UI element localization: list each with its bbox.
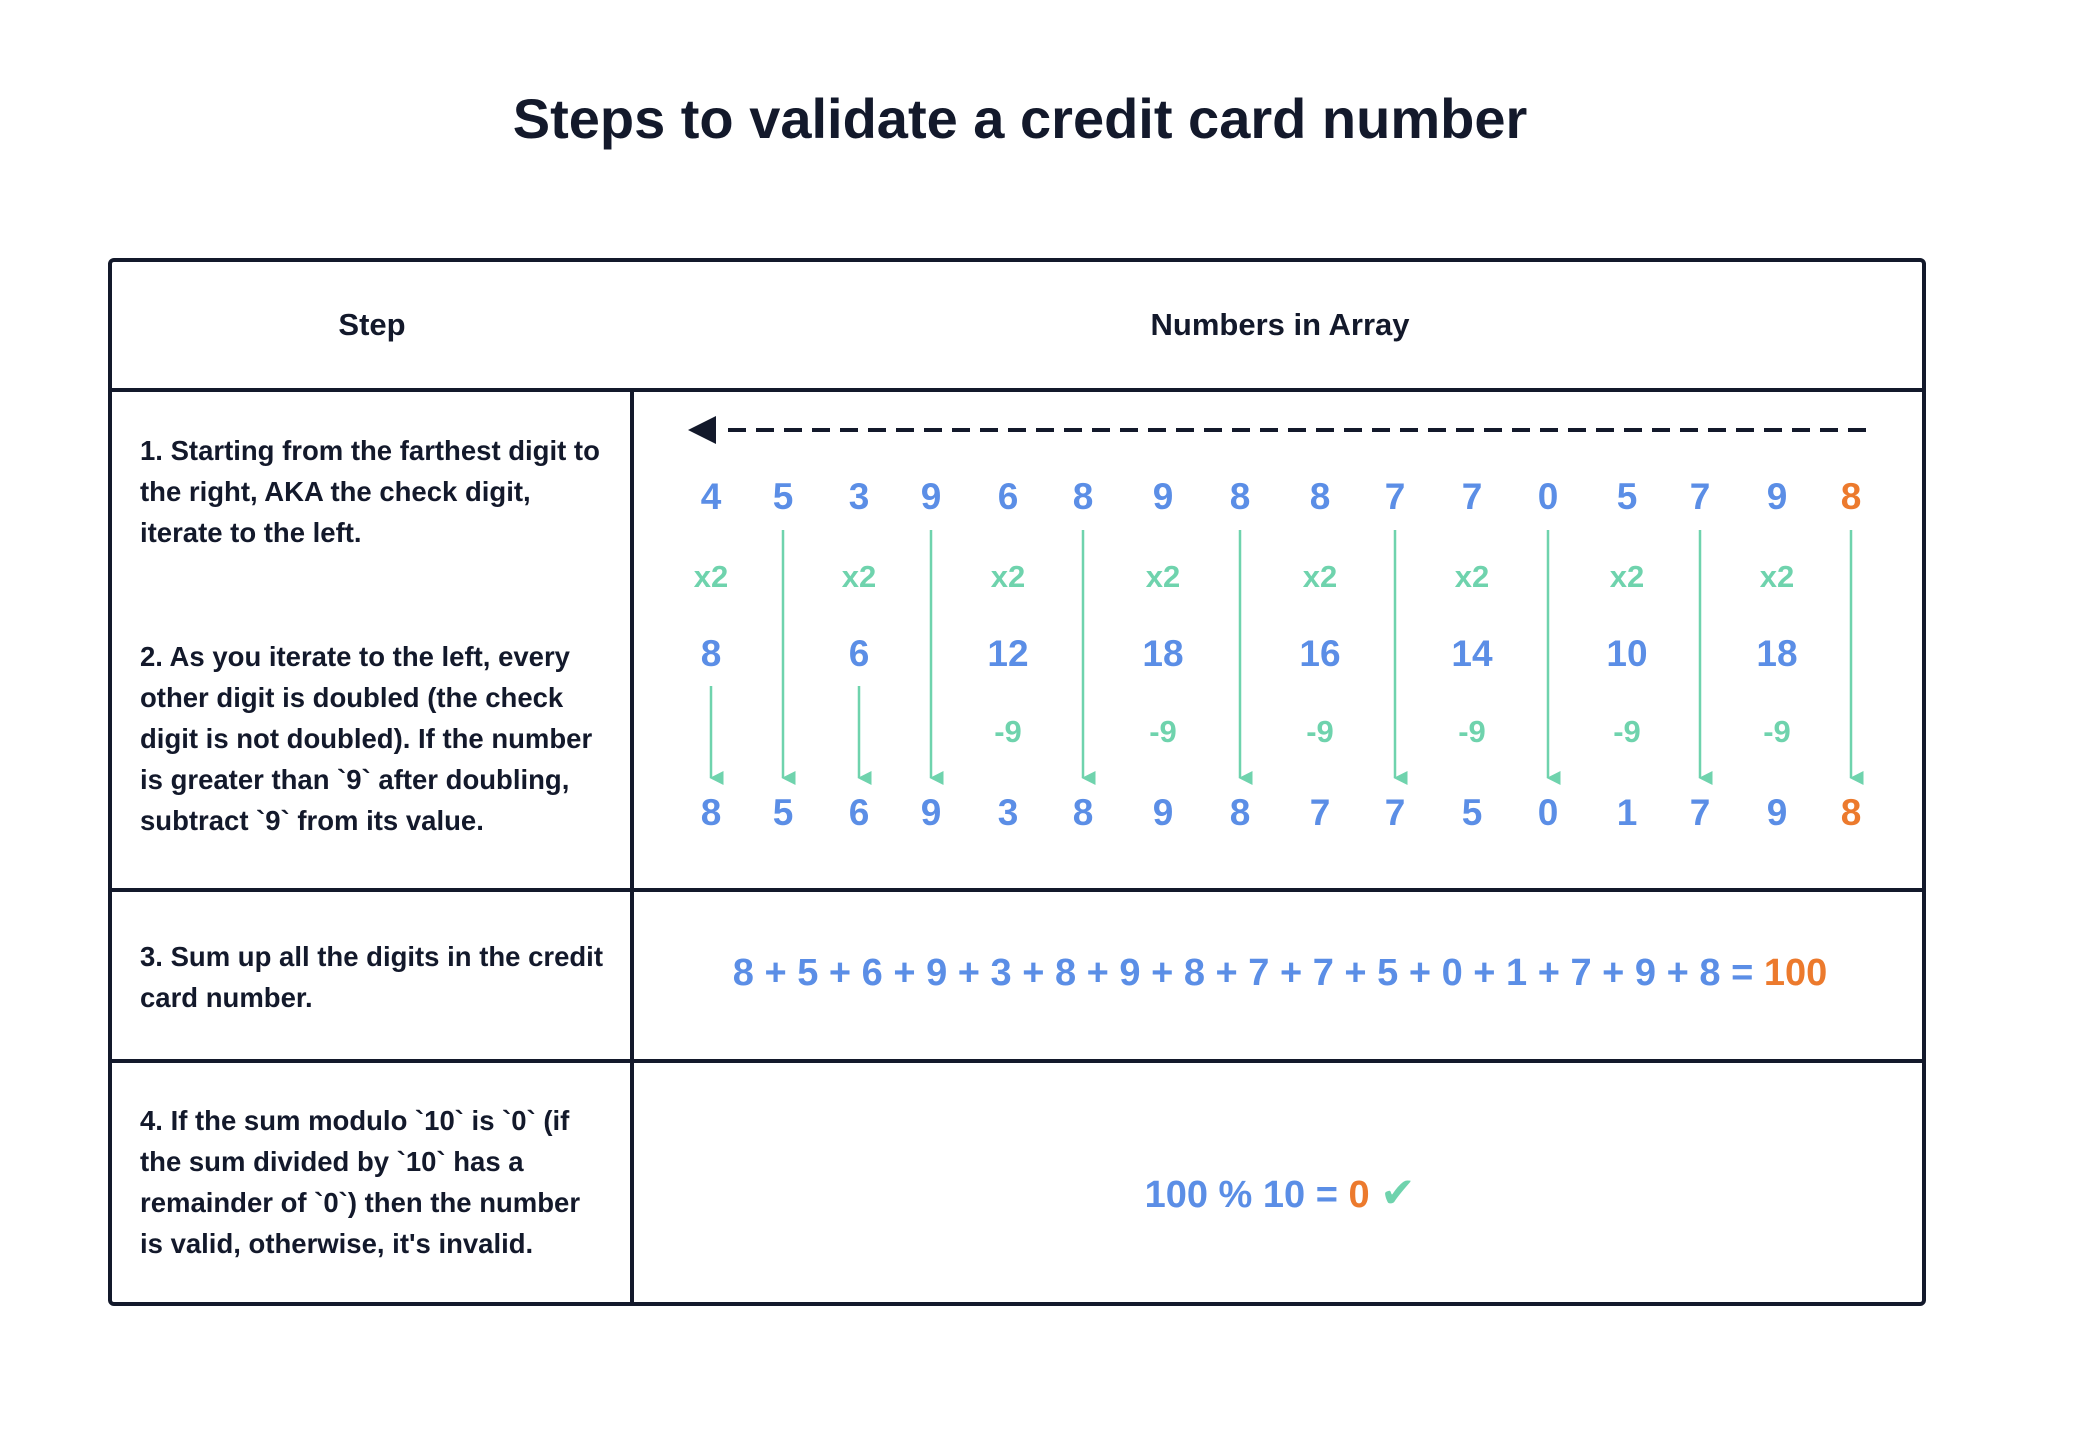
result-digit: 9 [921,792,942,833]
double-operator: x2 [991,559,1025,594]
result-digit: 0 [1538,792,1559,833]
doubled-value: 14 [1451,633,1493,674]
result-digit: 1 [1617,792,1638,833]
original-digit: 8 [1310,476,1331,517]
double-operator: x2 [1455,559,1489,594]
original-digit: 3 [849,476,870,517]
original-digit: 0 [1538,476,1559,517]
doubled-value: 6 [849,633,870,674]
result-digit: 5 [1462,792,1483,833]
result-digit: 8 [701,792,722,833]
doubled-value: 18 [1756,633,1797,674]
double-operator: x2 [1610,559,1644,594]
original-digit: 6 [998,476,1019,517]
double-operator: x2 [1146,559,1180,594]
result-digit: 8 [1230,792,1251,833]
result-digit: 7 [1690,792,1711,833]
luhn-diagram: 48x285536x269963x212-98899x218-98887x216… [688,416,1866,833]
result-digit: 8 [1841,792,1862,833]
original-digit: 5 [773,476,794,517]
double-operator: x2 [694,559,728,594]
original-digit: 8 [1073,476,1094,517]
double-operator: x2 [1760,559,1794,594]
subtract-nine-operator: -9 [994,714,1022,749]
result-digit: 9 [1767,792,1788,833]
result-digit: 7 [1310,792,1331,833]
original-digit: 9 [921,476,942,517]
doubled-value: 18 [1142,633,1183,674]
result-digit: 5 [773,792,794,833]
subtract-nine-operator: -9 [1613,714,1641,749]
result-digit: 6 [849,792,870,833]
doubled-value: 12 [987,633,1028,674]
original-digit: 5 [1617,476,1638,517]
result-digit: 3 [998,792,1019,833]
subtract-nine-operator: -9 [1763,714,1791,749]
left-arrow-icon [688,416,716,444]
doubled-value: 10 [1606,633,1647,674]
subtract-nine-operator: -9 [1149,714,1177,749]
original-digit: 9 [1153,476,1174,517]
original-digit: 8 [1841,476,1862,517]
result-digit: 8 [1073,792,1094,833]
original-digit: 8 [1230,476,1251,517]
result-digit: 7 [1385,792,1406,833]
double-operator: x2 [1303,559,1337,594]
subtract-nine-operator: -9 [1458,714,1486,749]
original-digit: 4 [701,476,722,517]
original-digit: 9 [1767,476,1788,517]
double-operator: x2 [842,559,876,594]
subtract-nine-operator: -9 [1306,714,1334,749]
doubled-value: 16 [1299,633,1340,674]
original-digit: 7 [1690,476,1711,517]
result-digit: 9 [1153,792,1174,833]
doubled-value: 8 [701,633,722,674]
original-digit: 7 [1385,476,1406,517]
original-digit: 7 [1462,476,1483,517]
